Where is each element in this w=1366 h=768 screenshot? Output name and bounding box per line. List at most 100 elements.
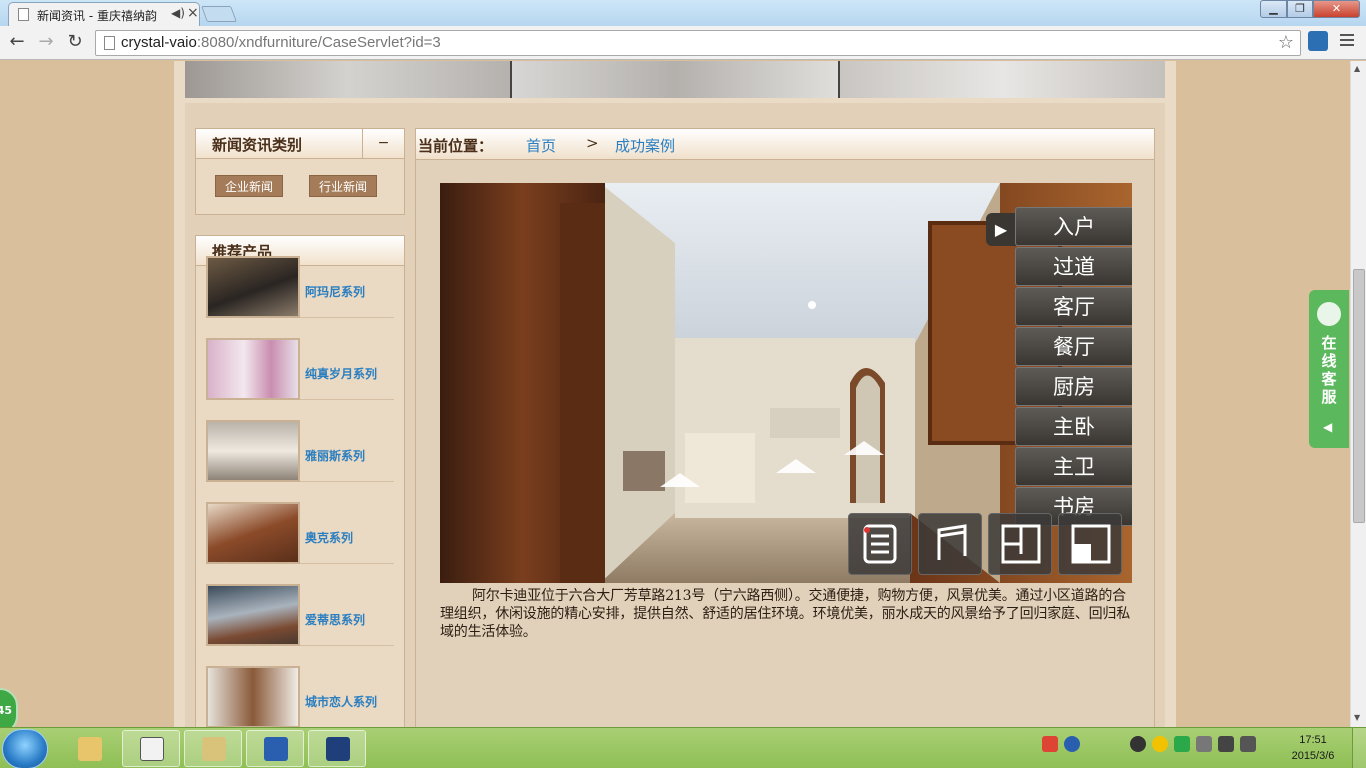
product-item[interactable]: 雅丽斯系列 — [206, 400, 394, 482]
tray-icon[interactable] — [1152, 736, 1168, 752]
taskbar-explorer[interactable] — [60, 730, 118, 767]
bookmark-star-icon[interactable]: ☆ — [1278, 32, 1294, 53]
hotspot-arrow-icon[interactable] — [660, 473, 700, 487]
qq-icon[interactable] — [1130, 736, 1146, 752]
word-icon — [264, 737, 288, 761]
page-scrollbar[interactable]: ▲ ▼ — [1350, 61, 1366, 727]
start-button[interactable] — [2, 729, 48, 768]
room-living[interactable]: 客厅 — [1015, 287, 1132, 326]
hotspot-arrow-icon[interactable] — [776, 459, 816, 473]
close-window-button[interactable]: ✕ — [1313, 0, 1360, 18]
address-bar[interactable]: crystal-vaio:8080/xndfurniture/CaseServl… — [95, 30, 1301, 56]
audio-icon[interactable]: ◀) — [171, 6, 185, 20]
clock-time: 17:51 — [1299, 734, 1327, 746]
tray-expand-icon[interactable] — [1108, 736, 1124, 752]
show-desktop-button[interactable] — [1352, 728, 1366, 768]
room-entrance[interactable]: 入户 — [1015, 207, 1132, 246]
recommended-products-box: 推荐产品 阿玛尼系列 纯真岁月系列 雅丽斯系列 奥克系列 爱蒂思系列 城市恋人系… — [195, 235, 405, 727]
product-thumbnail[interactable] — [206, 420, 300, 482]
room-kitchen[interactable]: 厨房 — [1015, 367, 1132, 406]
room-hallway[interactable]: 过道 — [1015, 247, 1132, 286]
network-icon[interactable] — [1218, 736, 1234, 752]
breadcrumb-home-link[interactable]: 首页 — [526, 135, 556, 156]
breadcrumb: 当前位置： 首页 > 成功案例 — [416, 129, 1154, 160]
floorplan-icon[interactable] — [988, 513, 1052, 575]
hotspot-arrow-icon[interactable] — [844, 441, 884, 455]
case-content: 当前位置： 首页 > 成功案例 ▶ 入户 过道 客厅 餐厅 厨房 主卧 主卫 书… — [415, 128, 1155, 727]
scroll-down-icon[interactable]: ▼ — [1354, 713, 1360, 722]
list-icon[interactable] — [848, 513, 912, 575]
chevron-left-icon[interactable]: ◀ — [1323, 420, 1332, 434]
product-item[interactable]: 纯真岁月系列 — [206, 318, 394, 400]
new-tab-button[interactable] — [201, 6, 237, 22]
tab-close-icon[interactable]: × — [187, 5, 199, 21]
scroll-thumb[interactable] — [1353, 269, 1365, 523]
speed-badge[interactable]: 45 — [0, 688, 18, 727]
top-banner — [185, 61, 1165, 98]
extension-icon[interactable] — [1308, 31, 1328, 51]
banner-image — [839, 61, 1165, 98]
fullscreen-icon[interactable] — [1058, 513, 1122, 575]
product-name[interactable]: 城市恋人系列 — [305, 693, 377, 710]
product-item[interactable]: 城市恋人系列 — [206, 646, 394, 727]
product-thumbnail[interactable] — [206, 666, 300, 727]
tray-icon[interactable] — [1196, 736, 1212, 752]
product-thumbnail[interactable] — [206, 338, 300, 400]
taskbar-app[interactable] — [308, 730, 366, 767]
music-icon[interactable] — [918, 513, 982, 575]
menu-icon[interactable] — [1340, 34, 1354, 49]
tray-icon[interactable] — [1086, 736, 1102, 752]
maximize-button[interactable]: ❐ — [1287, 0, 1313, 18]
panorama-viewer[interactable]: ▶ 入户 过道 客厅 餐厅 厨房 主卧 主卫 书房 — [440, 183, 1132, 583]
tab-title: 新闻资讯 - 重庆禧纳韵 — [37, 9, 157, 23]
volume-icon[interactable] — [1240, 736, 1256, 752]
taskbar-app[interactable] — [122, 730, 180, 767]
breadcrumb-current-link[interactable]: 成功案例 — [615, 135, 675, 156]
product-name[interactable]: 雅丽斯系列 — [305, 447, 365, 464]
room-master-bath[interactable]: 主卫 — [1015, 447, 1132, 486]
browser-toolbar: ← → ↻ crystal-vaio:8080/xndfurniture/Cas… — [0, 26, 1366, 60]
minimize-button[interactable]: ▁ — [1260, 0, 1287, 18]
clock-date: 2015/3/6 — [1291, 750, 1335, 762]
taskbar-app[interactable] — [184, 730, 242, 767]
product-name[interactable]: 纯真岁月系列 — [305, 365, 377, 382]
window-controls: ▁ ❐ ✕ — [1260, 0, 1360, 18]
product-item[interactable]: 爱蒂思系列 — [206, 564, 394, 646]
room-dining[interactable]: 餐厅 — [1015, 327, 1132, 366]
help-icon[interactable] — [1064, 736, 1080, 752]
web-page: 新闻资讯类别 − 企业新闻 行业新闻 推荐产品 阿玛尼系列 纯真岁月系列 雅丽斯… — [0, 61, 1350, 727]
collapse-button[interactable]: − — [362, 129, 404, 159]
system-tray — [1042, 736, 1256, 752]
forward-icon[interactable]: → — [35, 32, 57, 54]
breadcrumb-label: 当前位置： — [418, 137, 494, 155]
category-enterprise-news[interactable]: 企业新闻 — [215, 175, 283, 197]
product-name[interactable]: 奥克系列 — [305, 529, 353, 546]
tray-icon[interactable] — [1174, 736, 1190, 752]
room-master-bedroom[interactable]: 主卧 — [1015, 407, 1132, 446]
windows-taskbar: 17:51 2015/3/6 — [0, 727, 1366, 768]
room-menu: 入户 过道 客厅 餐厅 厨房 主卧 主卫 书房 — [1015, 207, 1132, 527]
category-industry-news[interactable]: 行业新闻 — [309, 175, 377, 197]
back-icon[interactable]: ← — [6, 32, 28, 54]
page-icon — [104, 36, 115, 50]
page-icon — [18, 8, 29, 21]
online-service-widget[interactable]: 在线客服 ◀ — [1309, 290, 1349, 448]
product-thumbnail[interactable] — [206, 502, 300, 564]
reload-icon[interactable]: ↻ — [64, 32, 86, 54]
product-name[interactable]: 阿玛尼系列 — [305, 283, 365, 300]
banner-image — [512, 61, 840, 98]
product-thumbnail[interactable] — [206, 256, 300, 318]
product-item[interactable]: 阿玛尼系列 — [206, 236, 394, 318]
play-icon[interactable]: ▶ — [986, 213, 1016, 246]
clock[interactable]: 17:51 2015/3/6 — [1283, 732, 1343, 764]
news-categories-title: 新闻资讯类别 — [212, 136, 303, 154]
product-thumbnail[interactable] — [206, 584, 300, 646]
product-name[interactable]: 爱蒂思系列 — [305, 611, 365, 628]
browser-tab[interactable]: 新闻资讯 - 重庆禧纳韵 ◀) × — [8, 2, 200, 26]
online-service-label: 在线客服 — [1321, 334, 1337, 406]
product-item[interactable]: 奥克系列 — [206, 482, 394, 564]
taskbar-wps[interactable] — [246, 730, 304, 767]
scroll-up-icon[interactable]: ▲ — [1354, 64, 1360, 73]
main-area: 新闻资讯类别 − 企业新闻 行业新闻 推荐产品 阿玛尼系列 纯真岁月系列 雅丽斯… — [185, 103, 1165, 727]
tray-icon[interactable] — [1042, 736, 1058, 752]
